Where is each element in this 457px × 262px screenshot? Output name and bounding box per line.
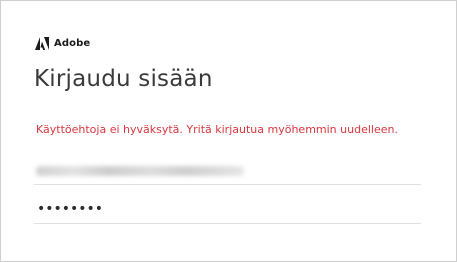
email-field[interactable] xyxy=(34,156,421,185)
email-value-redacted xyxy=(36,166,244,176)
error-message: Käyttöehtoja ei hyväksytä. Yritä kirjaut… xyxy=(36,123,398,136)
signin-dialog: Adobe Kirjaudu sisään Käyttöehtoja ei hy… xyxy=(0,0,457,262)
password-mask: •••••••• xyxy=(37,201,104,217)
page-title: Kirjaudu sisään xyxy=(34,66,213,92)
adobe-logo-icon xyxy=(35,36,49,50)
password-field[interactable]: •••••••• xyxy=(34,195,421,224)
brand-name: Adobe xyxy=(54,37,91,49)
brand-logo: Adobe xyxy=(35,36,90,50)
